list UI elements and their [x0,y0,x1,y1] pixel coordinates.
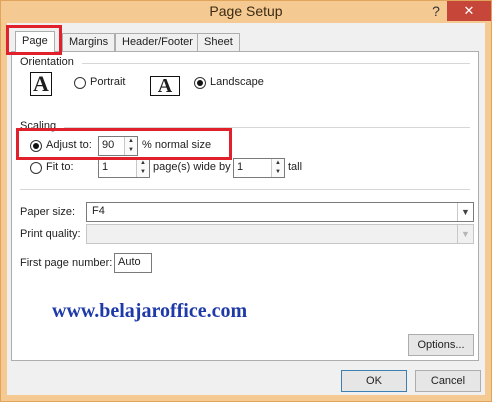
tab-sheet[interactable]: Sheet [197,33,240,51]
adjust-to-highlight [16,128,232,160]
orientation-divider [82,63,470,64]
portrait-page-icon: A [30,72,52,96]
chevron-down-icon[interactable]: ▼ [457,203,473,221]
options-button[interactable]: Options... [408,334,474,356]
fit-to-label[interactable]: Fit to: [46,161,74,173]
fit-tall-spinner[interactable]: 1 ▲ ▼ [233,158,285,178]
spin-down-icon[interactable]: ▼ [137,168,149,177]
first-page-number-value: Auto [118,256,141,268]
first-page-number-input[interactable]: Auto [114,253,152,273]
landscape-page-icon: A [150,76,180,96]
watermark-text: www.belajaroffice.com [52,300,248,322]
spin-down-icon[interactable]: ▼ [272,168,284,177]
tall-label: tall [288,161,303,173]
tab-header-footer[interactable]: Header/Footer [115,33,200,51]
chevron-down-icon: ▼ [457,225,473,243]
first-page-number-label: First page number: [20,257,113,269]
spin-up-icon[interactable]: ▲ [137,159,149,168]
window-title: Page Setup [209,3,283,19]
fit-wide-value: 1 [102,161,109,173]
paper-size-label: Paper size: [20,206,76,218]
help-icon[interactable]: ? [425,1,447,21]
portrait-radio[interactable] [74,77,86,89]
print-quality-label: Print quality: [20,228,81,240]
fit-wide-spinner[interactable]: 1 ▲ ▼ [98,158,150,178]
close-icon[interactable]: ✕ [447,1,491,21]
dialog-client: Page Margins Header/Footer Sheet Orienta… [7,23,485,395]
portrait-label[interactable]: Portrait [90,76,125,88]
paper-size-select[interactable]: F4 ▼ [86,202,474,222]
title-bar: Page Setup ? ✕ [1,1,491,23]
orientation-heading: Orientation [20,56,74,68]
spin-up-icon[interactable]: ▲ [272,159,284,168]
cancel-button[interactable]: Cancel [415,370,481,392]
landscape-radio[interactable] [194,77,206,89]
landscape-label[interactable]: Landscape [210,76,264,88]
tab-page[interactable]: Page [15,31,55,52]
fit-to-radio[interactable] [30,162,42,174]
tab-margins[interactable]: Margins [62,33,116,51]
page-setup-window: Page Setup ? ✕ Page Margins Header/Foote… [0,0,492,402]
scaling-bottom-divider [20,189,470,190]
fit-tall-value: 1 [237,161,244,173]
wide-by-label: page(s) wide by [153,161,231,173]
paper-size-value: F4 [92,205,105,217]
print-quality-select[interactable]: ▼ [86,224,474,244]
ok-button[interactable]: OK [341,370,407,392]
